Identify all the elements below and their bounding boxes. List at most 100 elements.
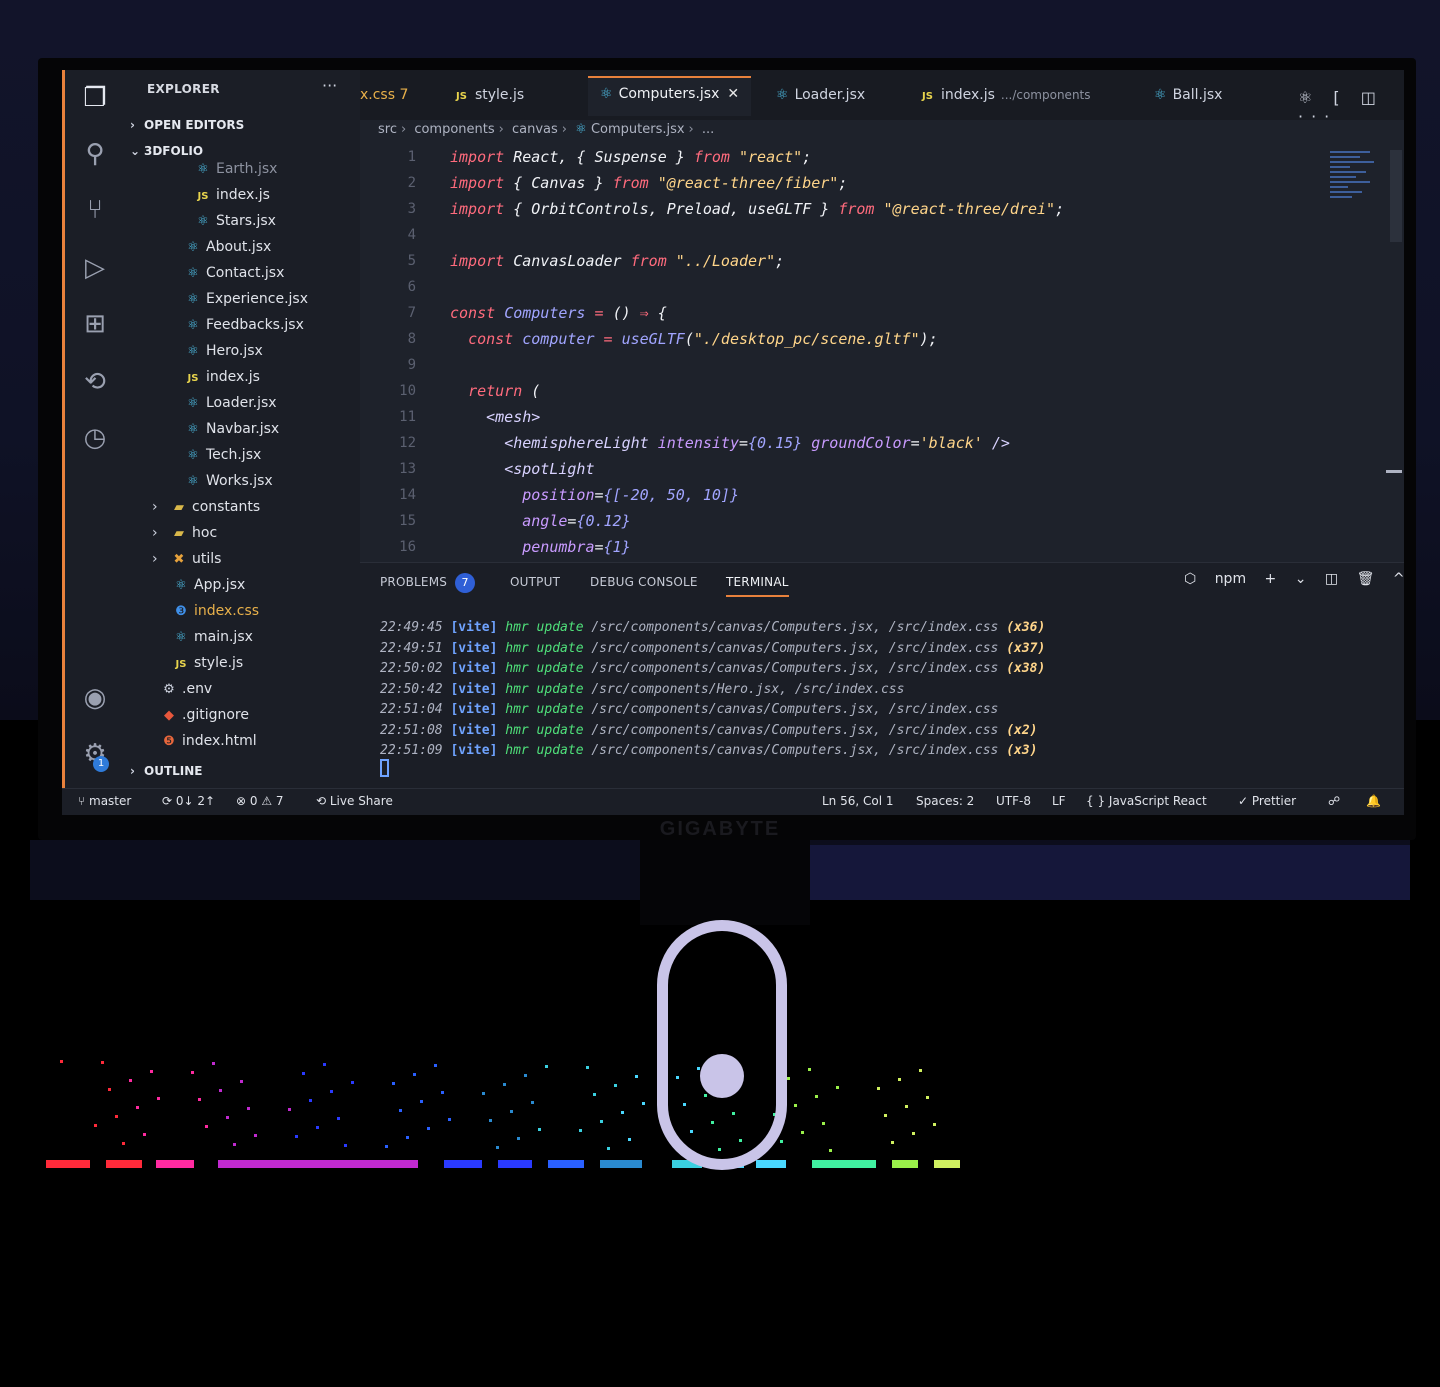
breadcrumb-item[interactable]: ... — [702, 122, 714, 137]
terminal-dropdown-icon[interactable]: ⌄ — [1295, 571, 1307, 587]
file-tree-item[interactable]: ❺ index.html — [158, 728, 256, 754]
file-tree-item[interactable]: ⚛ Hero.jsx — [182, 338, 263, 364]
line-ending[interactable]: LF — [1052, 794, 1066, 808]
file-tree-item[interactable]: ⚛ About.jsx — [182, 234, 271, 260]
prettier-status[interactable]: ✓ Prettier — [1238, 794, 1296, 808]
desk-glow — [810, 845, 1410, 900]
feedback-icon[interactable]: ☍ — [1328, 794, 1340, 808]
editor-actions[interactable]: ⚛ [ ◫ ··· — [1298, 88, 1404, 126]
tab-style-js[interactable]: JS style.js — [456, 82, 524, 116]
tab-label: Loader.jsx — [794, 87, 866, 103]
cursor-position[interactable]: Ln 56, Col 1 — [822, 794, 894, 808]
line-number: 13 — [399, 461, 416, 477]
keyboard-key-glow — [46, 1160, 90, 1168]
file-tree-item[interactable]: ⚛ Loader.jsx — [182, 390, 276, 416]
tab-output[interactable]: OUTPUT — [510, 575, 560, 589]
maximize-panel-icon[interactable]: ^ — [1393, 571, 1404, 587]
react-file-icon: ⚛ — [575, 122, 587, 137]
file-tree-item[interactable]: ⚙ .env — [158, 676, 212, 702]
keyboard-key-dot — [205, 1125, 208, 1128]
file-tree-item[interactable]: ⚛ Earth.jsx — [192, 156, 277, 182]
react-file-icon: ⚛ — [187, 292, 199, 307]
terminal-npm-select[interactable]: ⬡ npm — [1184, 571, 1246, 587]
indentation[interactable]: Spaces: 2 — [916, 794, 974, 808]
tab-computers-jsx[interactable]: ⚛ Computers.jsx ✕ — [588, 76, 752, 116]
activity-bar: ❐ ⚲ ⑂ ▷ ⊞ ⟲ ◷ ◉ ⚙ 1 — [62, 70, 122, 788]
code-text: const computer = useGLTF("./desktop_pc/s… — [450, 326, 938, 352]
js-file-icon: JS — [187, 373, 199, 384]
tab-problems[interactable]: PROBLEMS 7 — [380, 573, 476, 593]
file-label: Stars.jsx — [216, 213, 276, 229]
breadcrumb-item[interactable]: canvas — [512, 122, 558, 137]
tab-debug-console[interactable]: DEBUG CONSOLE — [590, 575, 698, 589]
file-tree-item[interactable]: ◆ .gitignore — [158, 702, 249, 728]
account-icon[interactable]: ◉ — [77, 680, 113, 716]
live-share-status[interactable]: ⟲ Live Share — [316, 794, 393, 808]
file-tree-item[interactable]: › ▰ hoc — [152, 520, 217, 546]
breadcrumb-item[interactable]: components — [414, 122, 494, 137]
file-tree-item[interactable]: ⚛ Feedbacks.jsx — [182, 312, 304, 338]
notifications-icon[interactable]: 🔔 — [1366, 794, 1381, 808]
open-editors-section[interactable]: › OPEN EDITORS — [130, 118, 244, 132]
file-tree-item[interactable]: ❸ index.css — [170, 598, 259, 624]
terminal-count: (x3) — [1006, 743, 1038, 758]
extensions-icon[interactable]: ⊞ — [77, 306, 113, 342]
breadcrumb-item[interactable]: src — [378, 122, 397, 137]
file-tree-item[interactable]: ⚛ Stars.jsx — [192, 208, 276, 234]
react-file-icon: ⚛ — [197, 214, 209, 229]
file-tree-item[interactable]: ⚛ Experience.jsx — [182, 286, 308, 312]
keyboard-key-dot — [794, 1104, 797, 1107]
file-tree-item[interactable]: ⚛ Works.jsx — [182, 468, 273, 494]
close-icon[interactable]: ✕ — [727, 86, 739, 102]
tab-index-css[interactable]: x.css 7 — [360, 82, 408, 116]
encoding[interactable]: UTF-8 — [996, 794, 1031, 808]
source-control-icon[interactable]: ⑂ — [77, 192, 113, 228]
keyboard-key-dot — [905, 1105, 908, 1108]
file-tree-item[interactable]: JS index.js — [192, 182, 270, 208]
line-number: 7 — [407, 305, 416, 321]
file-tree-item[interactable]: JS index.js — [182, 364, 260, 390]
live-share-icon[interactable]: ⟲ — [77, 364, 113, 400]
minimap[interactable] — [1330, 148, 1376, 228]
timeline-icon[interactable]: ◷ — [77, 420, 113, 456]
keyboard-key-dot — [877, 1087, 880, 1090]
branch-status[interactable]: ⑂ master — [78, 794, 131, 808]
tab-ball-jsx[interactable]: ⚛ Ball.jsx — [1154, 82, 1222, 116]
file-label: style.js — [194, 655, 244, 671]
editor-scrollbar[interactable] — [1390, 150, 1402, 242]
sync-status[interactable]: ⟳ 0↓ 2↑ — [162, 794, 215, 808]
file-label: Earth.jsx — [216, 161, 278, 177]
search-icon[interactable]: ⚲ — [77, 136, 113, 172]
code-text: import { OrbitControls, Preload, useGLTF… — [450, 196, 1064, 222]
language-mode[interactable]: { } JavaScript React — [1086, 794, 1207, 808]
keyboard-key-dot — [801, 1131, 804, 1134]
explorer-more-button[interactable]: ··· — [322, 76, 337, 95]
file-tree-item[interactable]: ⚛ Navbar.jsx — [182, 416, 279, 442]
breadcrumb-item[interactable]: Computers.jsx — [591, 122, 685, 137]
tab-index-js[interactable]: JS index.js .../components — [922, 82, 1091, 116]
tab-label: Ball.jsx — [1172, 87, 1223, 103]
code-editor[interactable]: 1 import React, { Suspense } from "react"… — [360, 142, 1394, 562]
tab-loader-jsx[interactable]: ⚛ Loader.jsx — [776, 82, 865, 116]
file-tree-item[interactable]: JS style.js — [170, 650, 244, 676]
problems-status[interactable]: ⊗ 0 ⚠ 7 — [236, 794, 284, 808]
file-tree-item[interactable]: › ▰ constants — [152, 494, 260, 520]
line-number: 11 — [399, 409, 416, 425]
file-tree-item[interactable]: ⚛ Tech.jsx — [182, 442, 261, 468]
run-debug-icon[interactable]: ▷ — [77, 250, 113, 286]
code-token: from — [630, 252, 676, 270]
files-icon[interactable]: ❐ — [77, 80, 113, 116]
trash-icon[interactable]: 🗑 — [1357, 571, 1375, 587]
tab-terminal[interactable]: TERMINAL — [726, 575, 789, 597]
outline-section[interactable]: › OUTLINE — [130, 764, 202, 778]
terminal-time: 22:51:08 — [380, 722, 443, 738]
terminal-count: (x2) — [1006, 722, 1038, 738]
file-tree-item[interactable]: ⚛ App.jsx — [170, 572, 245, 598]
split-terminal-icon[interactable]: ◫ — [1325, 571, 1338, 587]
file-tree-item[interactable]: ⚛ main.jsx — [170, 624, 253, 650]
keyboard-key-dot — [122, 1142, 125, 1145]
file-tree-item[interactable]: ⚛ Contact.jsx — [182, 260, 284, 286]
new-terminal-button[interactable]: + — [1265, 571, 1277, 587]
file-tree-item[interactable]: › ✖ utils — [152, 546, 221, 572]
